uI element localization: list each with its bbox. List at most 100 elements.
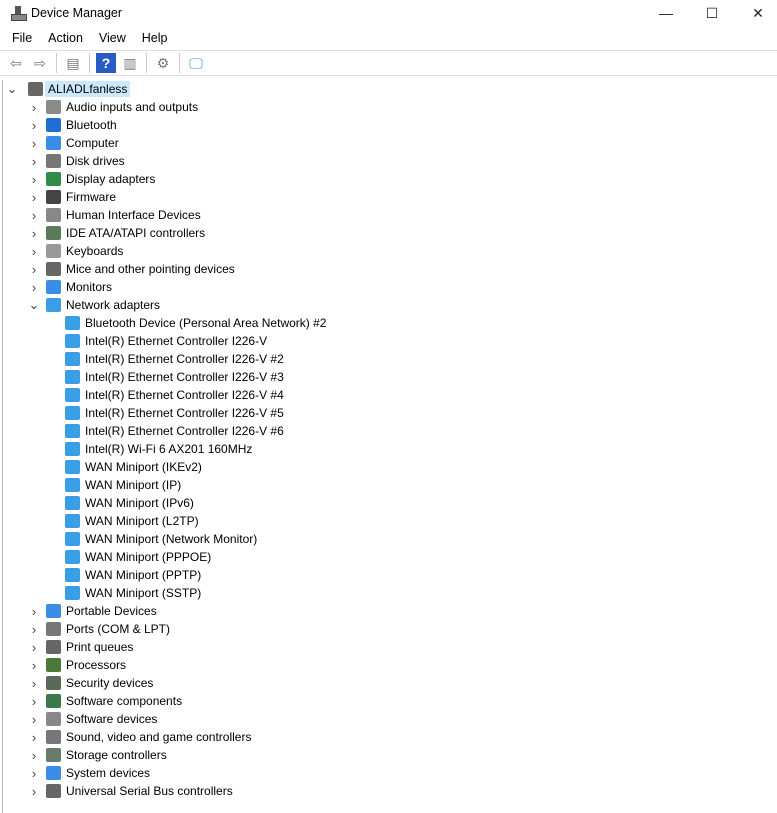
network-adapter-item[interactable]: Intel(R) Ethernet Controller I226-V #6 bbox=[3, 422, 777, 440]
category-security-devices-label: Security devices bbox=[66, 676, 154, 690]
close-button[interactable]: ✕ bbox=[735, 0, 777, 26]
network-adapter-item-label: WAN Miniport (SSTP) bbox=[85, 586, 202, 600]
category-bluetooth[interactable]: › Bluetooth bbox=[3, 116, 777, 134]
chevron-right-icon[interactable]: › bbox=[28, 622, 40, 637]
category-display-adapters[interactable]: › Display adapters bbox=[3, 170, 777, 188]
category-human-interface-devices[interactable]: › Human Interface Devices bbox=[3, 206, 777, 224]
category-network-adapters[interactable]: ⌄ Network adapters bbox=[3, 296, 777, 314]
category-security-devices[interactable]: › Security devices bbox=[3, 674, 777, 692]
chevron-right-icon[interactable]: › bbox=[28, 244, 40, 259]
menu-view[interactable]: View bbox=[91, 31, 134, 45]
network-adapter-item-label: Intel(R) Ethernet Controller I226-V #5 bbox=[85, 406, 284, 420]
chevron-right-icon[interactable]: › bbox=[28, 712, 40, 727]
chevron-right-icon[interactable]: › bbox=[28, 694, 40, 709]
minimize-button[interactable]: — bbox=[643, 0, 689, 26]
category-computer[interactable]: › Computer bbox=[3, 134, 777, 152]
chevron-right-icon[interactable]: › bbox=[28, 766, 40, 781]
chevron-right-icon[interactable]: › bbox=[28, 172, 40, 187]
network-adapter-item-icon bbox=[65, 496, 80, 510]
chevron-down-icon[interactable]: ⌄ bbox=[28, 297, 40, 313]
show-hide-console-tree-button[interactable]: ▤ bbox=[63, 53, 83, 73]
update-driver-icon: ⚙ bbox=[156, 54, 170, 71]
chevron-right-icon[interactable]: › bbox=[28, 226, 40, 241]
network-adapter-item[interactable]: WAN Miniport (IP) bbox=[3, 476, 777, 494]
menu-action[interactable]: Action bbox=[40, 31, 91, 45]
network-adapter-item[interactable]: Intel(R) Ethernet Controller I226-V bbox=[3, 332, 777, 350]
chevron-right-icon[interactable]: › bbox=[28, 604, 40, 619]
network-adapter-item-label: WAN Miniport (PPPOE) bbox=[85, 550, 212, 564]
network-adapter-item[interactable]: Bluetooth Device (Personal Area Network)… bbox=[3, 314, 777, 332]
network-adapter-item[interactable]: Intel(R) Ethernet Controller I226-V #2 bbox=[3, 350, 777, 368]
category-universal-serial-bus-controllers[interactable]: › Universal Serial Bus controllers bbox=[3, 782, 777, 800]
chevron-right-icon[interactable]: › bbox=[28, 676, 40, 691]
scan-hardware-button[interactable]: 🖵 bbox=[186, 53, 206, 73]
category-sound-video-and-game-controllers[interactable]: › Sound, video and game controllers bbox=[3, 728, 777, 746]
network-adapter-item-label: WAN Miniport (Network Monitor) bbox=[85, 532, 258, 546]
category-storage-controllers-icon bbox=[46, 748, 61, 762]
category-processors[interactable]: › Processors bbox=[3, 656, 777, 674]
chevron-right-icon[interactable]: › bbox=[28, 730, 40, 745]
network-adapter-item[interactable]: WAN Miniport (IPv6) bbox=[3, 494, 777, 512]
category-firmware[interactable]: › Firmware bbox=[3, 188, 777, 206]
network-adapter-item[interactable]: Intel(R) Wi-Fi 6 AX201 160MHz bbox=[3, 440, 777, 458]
action-pane-button[interactable]: ▥ bbox=[120, 53, 140, 73]
network-adapter-item-label: WAN Miniport (PPTP) bbox=[85, 568, 202, 582]
network-adapter-item-icon bbox=[65, 586, 80, 600]
chevron-right-icon[interactable]: › bbox=[28, 280, 40, 295]
category-monitors[interactable]: › Monitors bbox=[3, 278, 777, 296]
menu-file[interactable]: File bbox=[4, 31, 40, 45]
chevron-right-icon[interactable]: › bbox=[28, 208, 40, 223]
back-button[interactable]: ⇦ bbox=[6, 53, 26, 73]
category-display-adapters-icon bbox=[46, 172, 61, 186]
category-computer-icon bbox=[46, 136, 61, 150]
category-disk-drives[interactable]: › Disk drives bbox=[3, 152, 777, 170]
help-button[interactable]: ? bbox=[96, 53, 116, 73]
network-adapter-item-icon bbox=[65, 316, 80, 330]
network-adapter-item[interactable]: WAN Miniport (PPTP) bbox=[3, 566, 777, 584]
category-system-devices[interactable]: › System devices bbox=[3, 764, 777, 782]
forward-button[interactable]: ⇨ bbox=[30, 53, 50, 73]
maximize-button[interactable]: ☐ bbox=[689, 0, 735, 26]
network-adapter-item-icon bbox=[65, 370, 80, 384]
category-audio-inputs-and-outputs-icon bbox=[46, 100, 61, 114]
network-adapter-item-icon bbox=[65, 424, 80, 438]
category-portable-devices[interactable]: › Portable Devices bbox=[3, 602, 777, 620]
category-mice-and-other-pointing-devices[interactable]: › Mice and other pointing devices bbox=[3, 260, 777, 278]
category-storage-controllers[interactable]: › Storage controllers bbox=[3, 746, 777, 764]
chevron-right-icon[interactable]: › bbox=[28, 658, 40, 673]
network-adapter-item[interactable]: WAN Miniport (SSTP) bbox=[3, 584, 777, 602]
network-adapter-item[interactable]: WAN Miniport (L2TP) bbox=[3, 512, 777, 530]
category-print-queues[interactable]: › Print queues bbox=[3, 638, 777, 656]
category-ports-com-lpt--icon bbox=[46, 622, 61, 636]
category-software-devices[interactable]: › Software devices bbox=[3, 710, 777, 728]
category-keyboards[interactable]: › Keyboards bbox=[3, 242, 777, 260]
network-adapter-item[interactable]: Intel(R) Ethernet Controller I226-V #3 bbox=[3, 368, 777, 386]
chevron-right-icon[interactable]: › bbox=[28, 784, 40, 799]
device-manager-icon bbox=[11, 6, 27, 21]
category-human-interface-devices-label: Human Interface Devices bbox=[66, 208, 201, 222]
category-ide-ata-atapi-controllers[interactable]: › IDE ATA/ATAPI controllers bbox=[3, 224, 777, 242]
network-adapter-item[interactable]: Intel(R) Ethernet Controller I226-V #5 bbox=[3, 404, 777, 422]
chevron-right-icon[interactable]: › bbox=[28, 100, 40, 115]
menu-help[interactable]: Help bbox=[134, 31, 176, 45]
chevron-right-icon[interactable]: › bbox=[28, 136, 40, 151]
chevron-right-icon[interactable]: › bbox=[28, 118, 40, 133]
chevron-right-icon[interactable]: › bbox=[28, 640, 40, 655]
network-adapter-item-label: WAN Miniport (L2TP) bbox=[85, 514, 199, 528]
network-adapter-item[interactable]: WAN Miniport (PPPOE) bbox=[3, 548, 777, 566]
category-system-devices-label: System devices bbox=[66, 766, 151, 780]
category-software-components[interactable]: › Software components bbox=[3, 692, 777, 710]
chevron-right-icon[interactable]: › bbox=[28, 190, 40, 205]
chevron-right-icon[interactable]: › bbox=[28, 262, 40, 277]
tree-root[interactable]: ⌄ ALIADLfanless bbox=[3, 80, 777, 98]
network-adapter-item-icon bbox=[65, 352, 80, 366]
network-adapter-item[interactable]: Intel(R) Ethernet Controller I226-V #4 bbox=[3, 386, 777, 404]
network-adapter-item[interactable]: WAN Miniport (Network Monitor) bbox=[3, 530, 777, 548]
category-audio-inputs-and-outputs[interactable]: › Audio inputs and outputs bbox=[3, 98, 777, 116]
update-driver-button[interactable]: ⚙ bbox=[153, 53, 173, 73]
chevron-right-icon[interactable]: › bbox=[28, 748, 40, 763]
category-ports-com-lpt-[interactable]: › Ports (COM & LPT) bbox=[3, 620, 777, 638]
chevron-right-icon[interactable]: › bbox=[28, 154, 40, 169]
network-adapter-item[interactable]: WAN Miniport (IKEv2) bbox=[3, 458, 777, 476]
chevron-down-icon[interactable]: ⌄ bbox=[6, 81, 18, 97]
